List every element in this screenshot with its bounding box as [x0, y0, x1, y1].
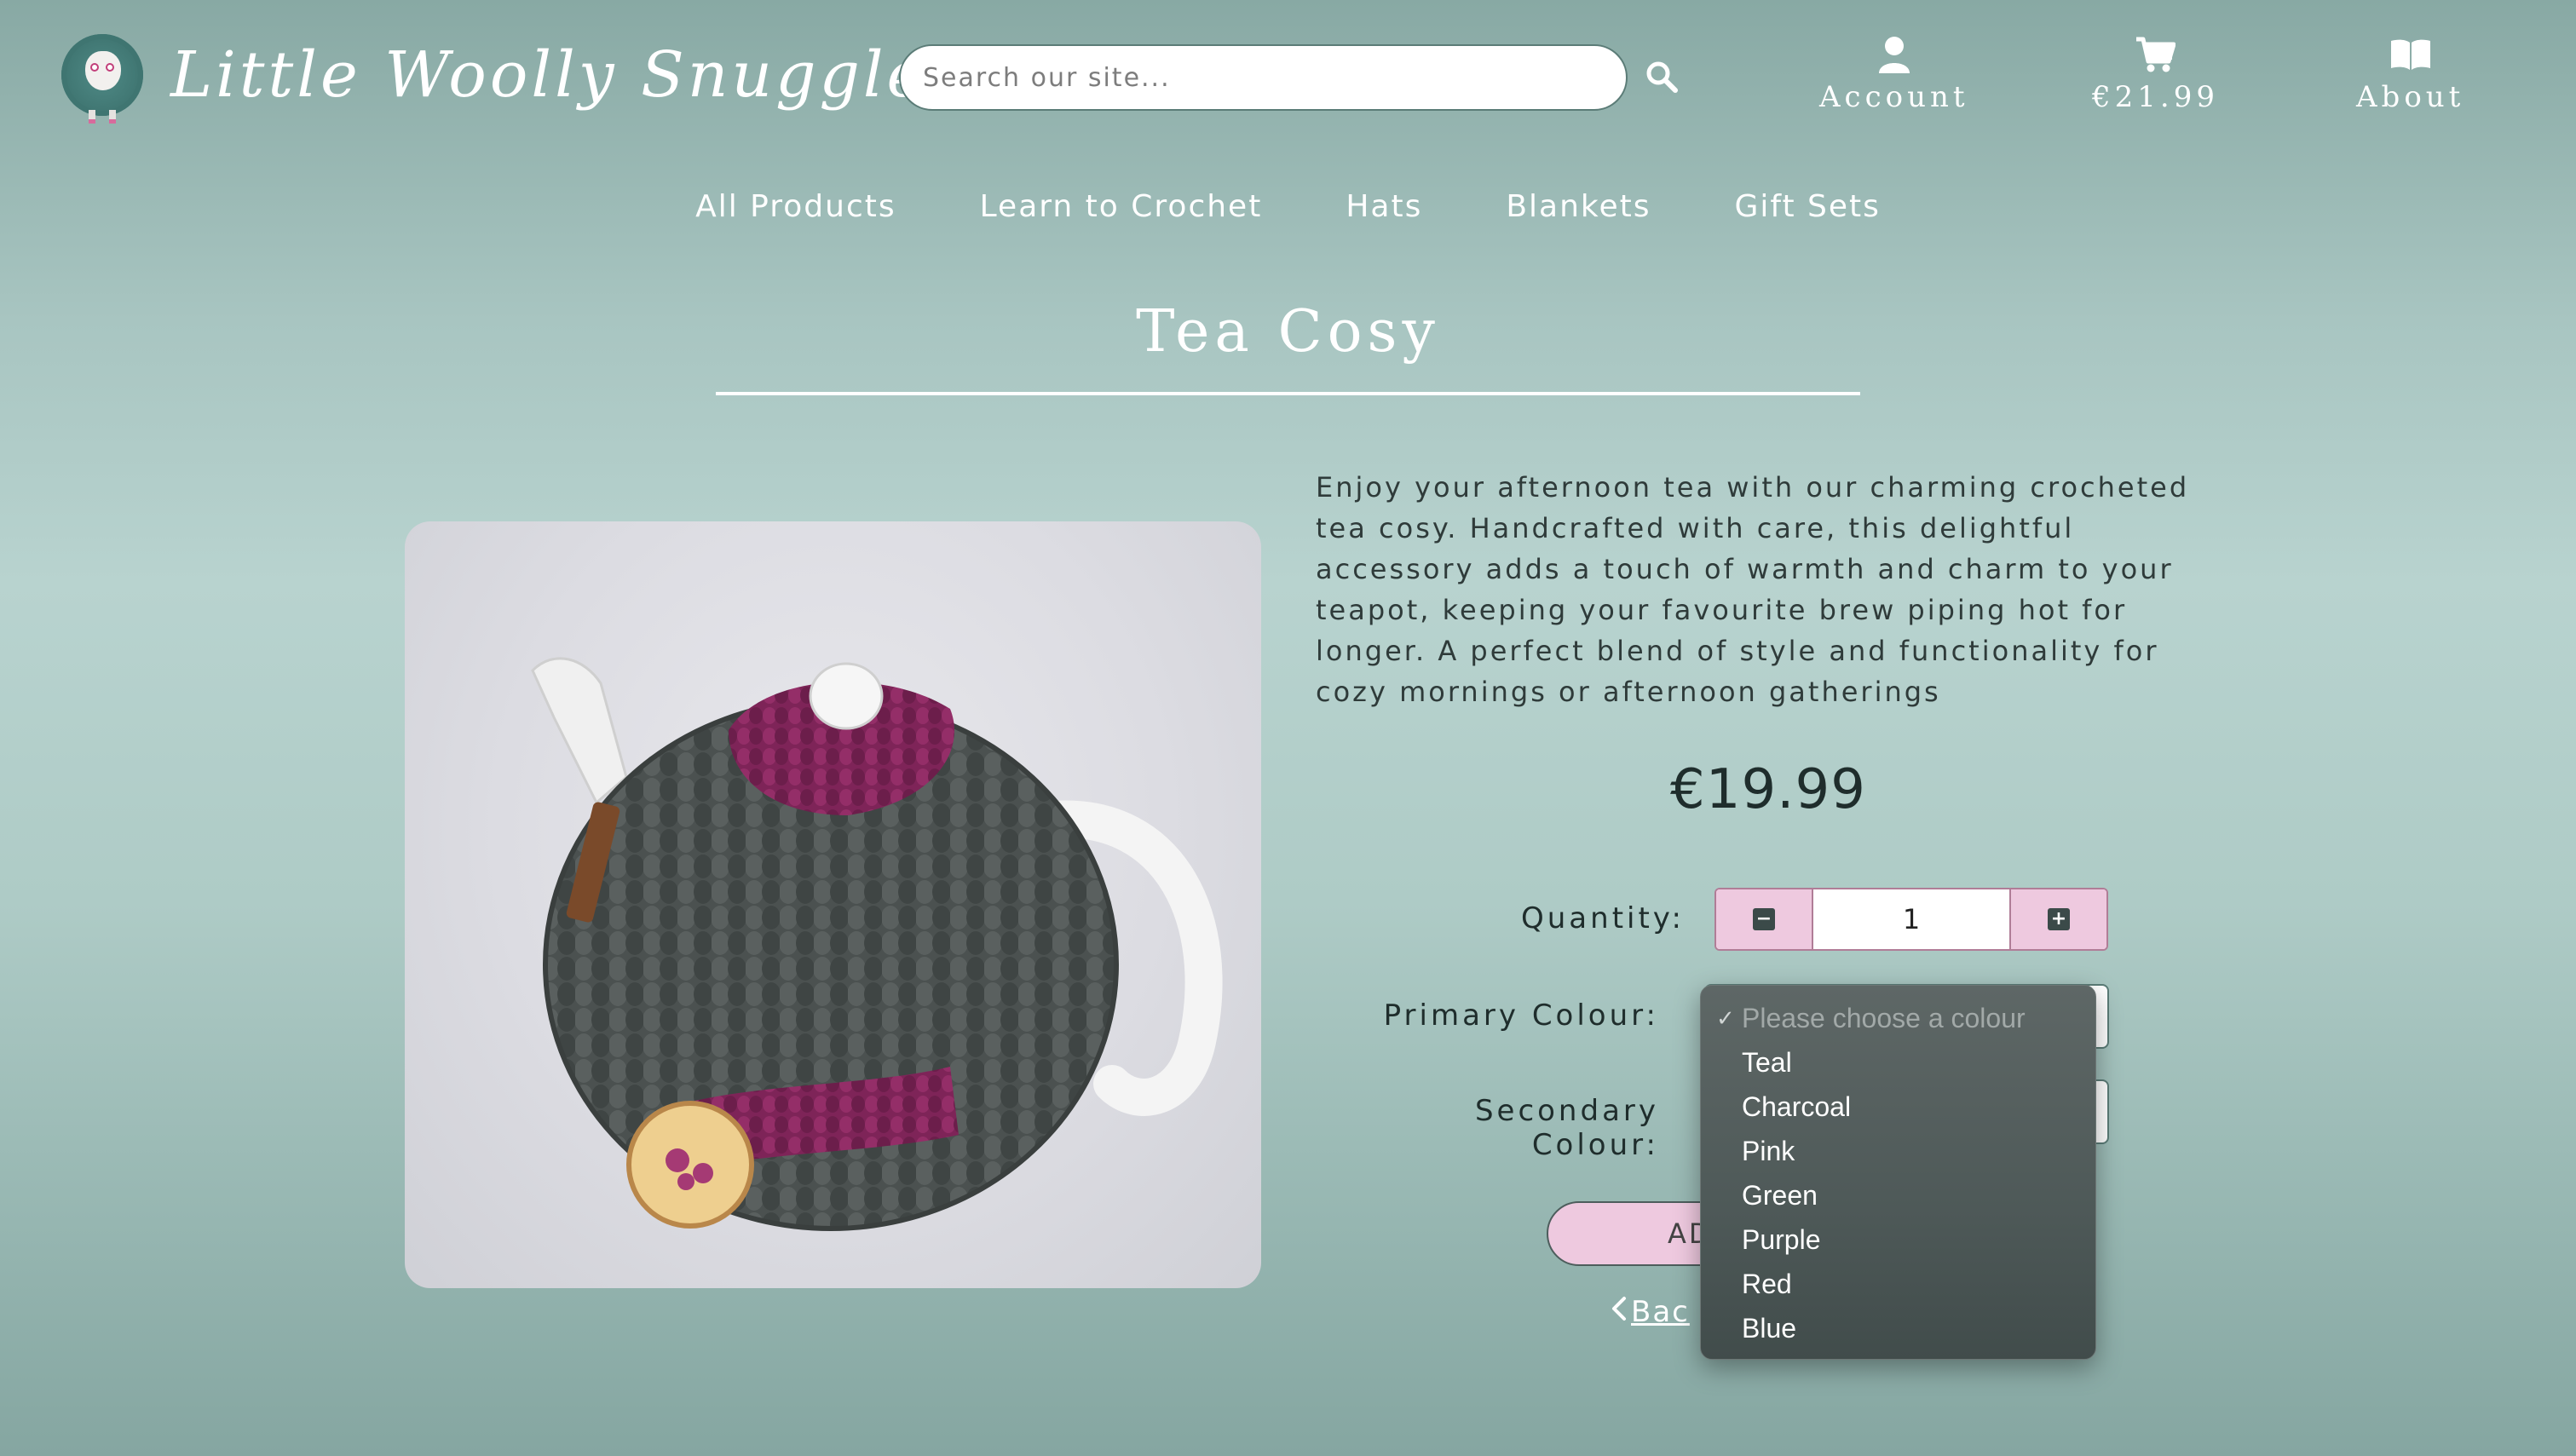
nav-item-gift-sets[interactable]: Gift Sets [1735, 189, 1881, 224]
search-bar [899, 44, 1628, 111]
site-logo[interactable]: Little Woolly Snuggles [60, 26, 963, 124]
back-link[interactable]: Bac [1611, 1295, 1690, 1329]
product-price: €19.99 [1670, 758, 1866, 821]
secondary-colour-label: Secondary Colour: [1474, 1094, 1659, 1162]
dropdown-option-charcoal[interactable]: Charcoal [1701, 1085, 2095, 1129]
plus-icon: + [2048, 908, 2070, 930]
dropdown-option-purple[interactable]: Purple [1701, 1217, 2095, 1262]
increase-quantity-button[interactable]: + [2011, 889, 2106, 949]
primary-colour-label: Primary Colour: [1383, 998, 1659, 1033]
about-label: About [2356, 80, 2465, 114]
book-icon [2389, 34, 2432, 75]
colour-dropdown-menu: ✓ Please choose a colour Teal Charcoal P… [1700, 985, 2096, 1360]
nav-item-hats[interactable]: Hats [1346, 189, 1422, 224]
main-nav: All Products Learn to Crochet Hats Blank… [0, 189, 2576, 224]
nav-item-all-products[interactable]: All Products [695, 189, 896, 224]
page-title: Tea Cosy [1136, 298, 1440, 365]
sheep-logo-icon [60, 26, 145, 124]
cart-link[interactable]: €21.99 [2092, 34, 2219, 114]
quantity-label: Quantity: [1521, 901, 1685, 935]
checkmark-icon: ✓ [1716, 1005, 1735, 1031]
decrease-quantity-button[interactable]: − [1716, 889, 1812, 949]
product-description: Enjoy your afternoon tea with our charmi… [1316, 471, 2190, 708]
dropdown-option-teal[interactable]: Teal [1701, 1040, 2095, 1085]
nav-item-learn-to-crochet[interactable]: Learn to Crochet [980, 189, 1263, 224]
account-label: Account [1819, 80, 1969, 114]
dropdown-option-green[interactable]: Green [1701, 1173, 2095, 1217]
dropdown-option-placeholder[interactable]: ✓ Please choose a colour [1701, 996, 2095, 1040]
quantity-stepper: − 1 + [1714, 888, 2108, 951]
back-link-label: Bac [1631, 1295, 1690, 1329]
chevron-left-icon [1611, 1295, 1628, 1329]
title-divider [716, 392, 1860, 395]
product-image [405, 521, 1261, 1288]
cart-total: €21.99 [2092, 80, 2219, 114]
search-input[interactable] [901, 46, 1626, 109]
minus-icon: − [1753, 908, 1775, 930]
dropdown-option-blue[interactable]: Blue [1701, 1306, 2095, 1350]
shopping-cart-icon [2135, 34, 2176, 75]
site-name[interactable]: Little Woolly Snuggles [170, 38, 963, 112]
account-link[interactable]: Account [1819, 34, 1969, 114]
about-link[interactable]: About [2356, 34, 2464, 114]
dropdown-placeholder-text: Please choose a colour [1742, 1003, 2026, 1033]
dropdown-option-red[interactable]: Red [1701, 1262, 2095, 1306]
quantity-input[interactable]: 1 [1812, 889, 2011, 949]
dropdown-option-pink[interactable]: Pink [1701, 1129, 2095, 1173]
user-icon [1877, 34, 1911, 75]
search-icon[interactable] [1645, 60, 1679, 94]
nav-item-blankets[interactable]: Blankets [1506, 189, 1651, 224]
